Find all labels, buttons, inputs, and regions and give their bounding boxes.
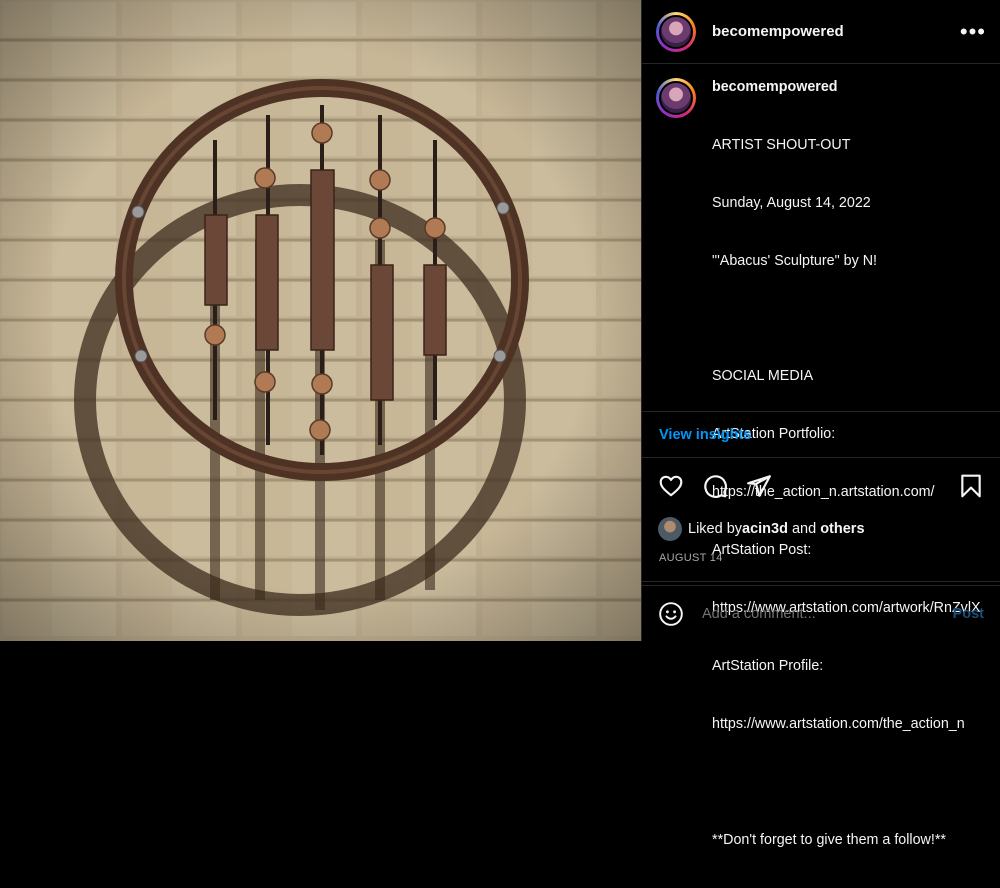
instagram-post-view: becomempowered ••• becomempowered ARTIST… [0,0,1000,848]
liked-by: Liked by acin3d and others [642,514,1000,544]
post-date[interactable]: AUGUST 14 [642,544,1000,582]
comment-input[interactable] [700,604,953,623]
share-icon[interactable] [746,473,772,499]
post-side-panel: becomempowered ••• becomempowered ARTIST… [641,0,1000,848]
post-caption: becomempowered ARTIST SHOUT-OUT Sunday, … [642,64,1000,848]
caption-avatar[interactable] [656,78,696,118]
post-photo[interactable] [0,0,641,641]
caption-line: **Don't forget to give them a follow!** [712,831,946,848]
liked-others[interactable]: others [820,521,864,537]
sculpture-image [0,0,641,641]
comment-icon[interactable] [702,473,728,499]
liked-by-avatar[interactable] [658,517,682,541]
liked-mid: and [787,521,821,537]
header-username[interactable]: becomempowered [712,23,960,40]
avatar-image [659,14,693,49]
emoji-icon[interactable] [658,601,684,627]
caption-username[interactable]: becomempowered [712,78,981,97]
bookmark-icon[interactable] [958,473,984,499]
caption-line: ARTIST SHOUT-OUT [712,136,851,153]
caption-line [712,773,981,792]
action-bar [642,458,1000,514]
avatar[interactable] [656,11,696,52]
caption-line: "'Abacus' Sculpture" by N! [712,252,878,269]
comment-bar: Post [642,585,1000,641]
caption-line: SOCIAL MEDIA [712,368,814,385]
caption-body: becomempowered ARTIST SHOUT-OUT Sunday, … [712,78,981,848]
liked-prefix: Liked by [688,521,743,537]
liked-user[interactable]: acin3d [742,521,788,537]
caption-link[interactable]: https://www.artstation.com/the_action_n [712,715,981,734]
caption-line: Sunday, August 14, 2022 [712,194,871,211]
view-insights-link[interactable]: View insights [642,412,1000,458]
post-comment-button[interactable]: Post [953,606,984,622]
post-header: becomempowered ••• [642,0,1000,64]
heart-icon[interactable] [658,473,684,499]
more-options-icon[interactable]: ••• [960,20,986,43]
caption-line [712,310,981,329]
caption-line: ArtStation Profile: [712,657,824,674]
avatar-image [659,81,693,115]
